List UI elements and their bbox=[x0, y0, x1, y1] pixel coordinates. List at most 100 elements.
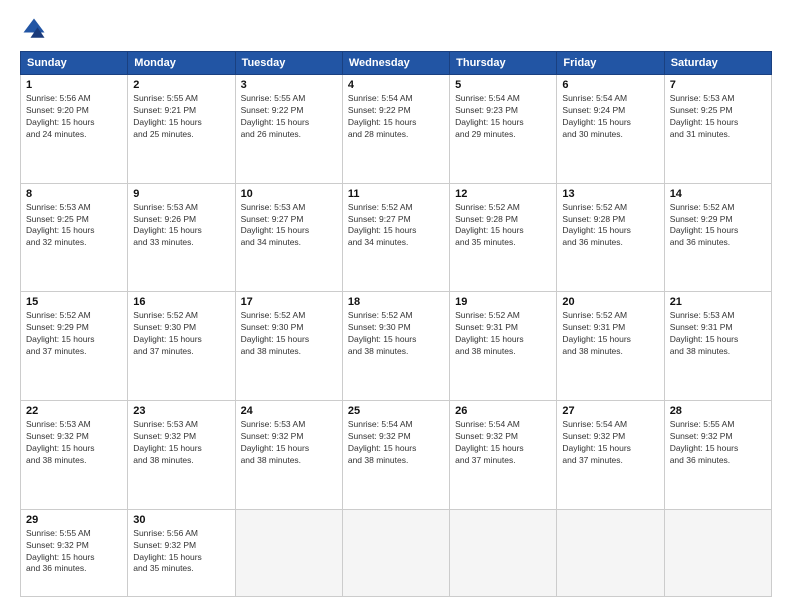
calendar-cell: 29 Sunrise: 5:55 AM Sunset: 9:32 PM Dayli… bbox=[21, 509, 128, 596]
day-number: 24 bbox=[241, 405, 337, 417]
calendar-cell: 20Sunrise: 5:52 AM Sunset: 9:31 PM Dayli… bbox=[557, 292, 664, 401]
calendar-cell: 1 Sunrise: 5:56 AM Sunset: 9:20 PM Daylig… bbox=[21, 75, 128, 184]
cell-info: Sunrise: 5:52 AM Sunset: 9:29 PM Dayligh… bbox=[26, 310, 122, 358]
calendar-cell: 8Sunrise: 5:53 AM Sunset: 9:25 PM Daylig… bbox=[21, 183, 128, 292]
cell-info: Sunrise: 5:52 AM Sunset: 9:28 PM Dayligh… bbox=[455, 202, 551, 250]
day-number: 2 bbox=[133, 79, 229, 91]
calendar-cell: 30 Sunrise: 5:56 AM Sunset: 9:32 PM Dayli… bbox=[128, 509, 235, 596]
calendar-week-row: 15 Sunrise: 5:52 AM Sunset: 9:29 PM Dayli… bbox=[21, 292, 772, 401]
cell-info: Sunrise: 5:54 AM Sunset: 9:24 PM Dayligh… bbox=[562, 93, 658, 141]
calendar-week-row: 29 Sunrise: 5:55 AM Sunset: 9:32 PM Dayli… bbox=[21, 509, 772, 596]
calendar-header-row: SundayMondayTuesdayWednesdayThursdayFrid… bbox=[21, 52, 772, 75]
calendar-cell: 26 Sunrise: 5:54 AM Sunset: 9:32 PM Dayli… bbox=[450, 401, 557, 510]
calendar-cell: 5 Sunrise: 5:54 AM Sunset: 9:23 PM Daylig… bbox=[450, 75, 557, 184]
calendar-cell: 7 Sunrise: 5:53 AM Sunset: 9:25 PM Daylig… bbox=[664, 75, 771, 184]
cell-info: Sunrise: 5:53 AM Sunset: 9:32 PM Dayligh… bbox=[133, 419, 229, 467]
cell-info: Sunrise: 5:54 AM Sunset: 9:22 PM Dayligh… bbox=[348, 93, 444, 141]
day-number: 6 bbox=[562, 79, 658, 91]
day-number: 23 bbox=[133, 405, 229, 417]
calendar-cell: 4 Sunrise: 5:54 AM Sunset: 9:22 PM Daylig… bbox=[342, 75, 449, 184]
cell-info: Sunrise: 5:52 AM Sunset: 9:27 PM Dayligh… bbox=[348, 202, 444, 250]
day-number: 17 bbox=[241, 296, 337, 308]
calendar-cell: 25Sunrise: 5:54 AM Sunset: 9:32 PM Dayli… bbox=[342, 401, 449, 510]
calendar-table: SundayMondayTuesdayWednesdayThursdayFrid… bbox=[20, 51, 772, 597]
calendar-cell: 2 Sunrise: 5:55 AM Sunset: 9:21 PM Daylig… bbox=[128, 75, 235, 184]
day-number: 18 bbox=[348, 296, 444, 308]
calendar-week-row: 22 Sunrise: 5:53 AM Sunset: 9:32 PM Dayli… bbox=[21, 401, 772, 510]
calendar-cell bbox=[342, 509, 449, 596]
calendar-cell: 17 Sunrise: 5:52 AM Sunset: 9:30 PM Dayli… bbox=[235, 292, 342, 401]
logo bbox=[20, 15, 52, 43]
cell-info: Sunrise: 5:54 AM Sunset: 9:32 PM Dayligh… bbox=[455, 419, 551, 467]
calendar-cell: 14 Sunrise: 5:52 AM Sunset: 9:29 PM Dayli… bbox=[664, 183, 771, 292]
day-number: 5 bbox=[455, 79, 551, 91]
day-number: 8 bbox=[26, 188, 122, 200]
cell-info: Sunrise: 5:56 AM Sunset: 9:20 PM Dayligh… bbox=[26, 93, 122, 141]
day-number: 7 bbox=[670, 79, 766, 91]
day-number: 22 bbox=[26, 405, 122, 417]
day-of-week-header: Tuesday bbox=[235, 52, 342, 75]
calendar-cell bbox=[235, 509, 342, 596]
day-number: 16 bbox=[133, 296, 229, 308]
calendar-cell: 6 Sunrise: 5:54 AM Sunset: 9:24 PM Daylig… bbox=[557, 75, 664, 184]
cell-info: Sunrise: 5:52 AM Sunset: 9:31 PM Dayligh… bbox=[455, 310, 551, 358]
cell-info: Sunrise: 5:53 AM Sunset: 9:31 PM Dayligh… bbox=[670, 310, 766, 358]
day-of-week-header: Thursday bbox=[450, 52, 557, 75]
day-number: 19 bbox=[455, 296, 551, 308]
day-number: 15 bbox=[26, 296, 122, 308]
cell-info: Sunrise: 5:54 AM Sunset: 9:32 PM Dayligh… bbox=[562, 419, 658, 467]
cell-info: Sunrise: 5:53 AM Sunset: 9:32 PM Dayligh… bbox=[241, 419, 337, 467]
day-number: 12 bbox=[455, 188, 551, 200]
calendar-cell: 18 Sunrise: 5:52 AM Sunset: 9:30 PM Dayli… bbox=[342, 292, 449, 401]
calendar-cell: 22 Sunrise: 5:53 AM Sunset: 9:32 PM Dayli… bbox=[21, 401, 128, 510]
day-number: 29 bbox=[26, 514, 122, 526]
day-number: 1 bbox=[26, 79, 122, 91]
cell-info: Sunrise: 5:52 AM Sunset: 9:30 PM Dayligh… bbox=[348, 310, 444, 358]
calendar-week-row: 8Sunrise: 5:53 AM Sunset: 9:25 PM Daylig… bbox=[21, 183, 772, 292]
day-number: 26 bbox=[455, 405, 551, 417]
cell-info: Sunrise: 5:53 AM Sunset: 9:32 PM Dayligh… bbox=[26, 419, 122, 467]
cell-info: Sunrise: 5:55 AM Sunset: 9:32 PM Dayligh… bbox=[670, 419, 766, 467]
cell-info: Sunrise: 5:53 AM Sunset: 9:25 PM Dayligh… bbox=[670, 93, 766, 141]
calendar-cell: 12 Sunrise: 5:52 AM Sunset: 9:28 PM Dayli… bbox=[450, 183, 557, 292]
calendar-cell bbox=[450, 509, 557, 596]
cell-info: Sunrise: 5:52 AM Sunset: 9:30 PM Dayligh… bbox=[241, 310, 337, 358]
calendar-cell: 11Sunrise: 5:52 AM Sunset: 9:27 PM Dayli… bbox=[342, 183, 449, 292]
day-number: 27 bbox=[562, 405, 658, 417]
day-number: 28 bbox=[670, 405, 766, 417]
day-of-week-header: Friday bbox=[557, 52, 664, 75]
cell-info: Sunrise: 5:56 AM Sunset: 9:32 PM Dayligh… bbox=[133, 528, 229, 576]
day-of-week-header: Sunday bbox=[21, 52, 128, 75]
calendar-cell: 9 Sunrise: 5:53 AM Sunset: 9:26 PM Daylig… bbox=[128, 183, 235, 292]
day-number: 4 bbox=[348, 79, 444, 91]
calendar-cell: 15 Sunrise: 5:52 AM Sunset: 9:29 PM Dayli… bbox=[21, 292, 128, 401]
cell-info: Sunrise: 5:52 AM Sunset: 9:29 PM Dayligh… bbox=[670, 202, 766, 250]
cell-info: Sunrise: 5:52 AM Sunset: 9:28 PM Dayligh… bbox=[562, 202, 658, 250]
day-number: 9 bbox=[133, 188, 229, 200]
day-number: 13 bbox=[562, 188, 658, 200]
calendar-cell bbox=[664, 509, 771, 596]
calendar-cell: 27 Sunrise: 5:54 AM Sunset: 9:32 PM Dayli… bbox=[557, 401, 664, 510]
calendar-cell: 21Sunrise: 5:53 AM Sunset: 9:31 PM Dayli… bbox=[664, 292, 771, 401]
cell-info: Sunrise: 5:52 AM Sunset: 9:30 PM Dayligh… bbox=[133, 310, 229, 358]
logo-icon bbox=[20, 15, 48, 43]
cell-info: Sunrise: 5:53 AM Sunset: 9:26 PM Dayligh… bbox=[133, 202, 229, 250]
day-of-week-header: Saturday bbox=[664, 52, 771, 75]
day-number: 20 bbox=[562, 296, 658, 308]
day-number: 25 bbox=[348, 405, 444, 417]
cell-info: Sunrise: 5:55 AM Sunset: 9:32 PM Dayligh… bbox=[26, 528, 122, 576]
cell-info: Sunrise: 5:54 AM Sunset: 9:23 PM Dayligh… bbox=[455, 93, 551, 141]
calendar-cell: 3Sunrise: 5:55 AM Sunset: 9:22 PM Daylig… bbox=[235, 75, 342, 184]
calendar-cell: 10 Sunrise: 5:53 AM Sunset: 9:27 PM Dayli… bbox=[235, 183, 342, 292]
cell-info: Sunrise: 5:55 AM Sunset: 9:21 PM Dayligh… bbox=[133, 93, 229, 141]
day-number: 3 bbox=[241, 79, 337, 91]
calendar-cell: 24 Sunrise: 5:53 AM Sunset: 9:32 PM Dayli… bbox=[235, 401, 342, 510]
cell-info: Sunrise: 5:53 AM Sunset: 9:27 PM Dayligh… bbox=[241, 202, 337, 250]
day-number: 14 bbox=[670, 188, 766, 200]
page: SundayMondayTuesdayWednesdayThursdayFrid… bbox=[0, 0, 792, 612]
day-number: 30 bbox=[133, 514, 229, 526]
calendar-week-row: 1 Sunrise: 5:56 AM Sunset: 9:20 PM Daylig… bbox=[21, 75, 772, 184]
day-number: 10 bbox=[241, 188, 337, 200]
day-of-week-header: Monday bbox=[128, 52, 235, 75]
calendar-cell bbox=[557, 509, 664, 596]
